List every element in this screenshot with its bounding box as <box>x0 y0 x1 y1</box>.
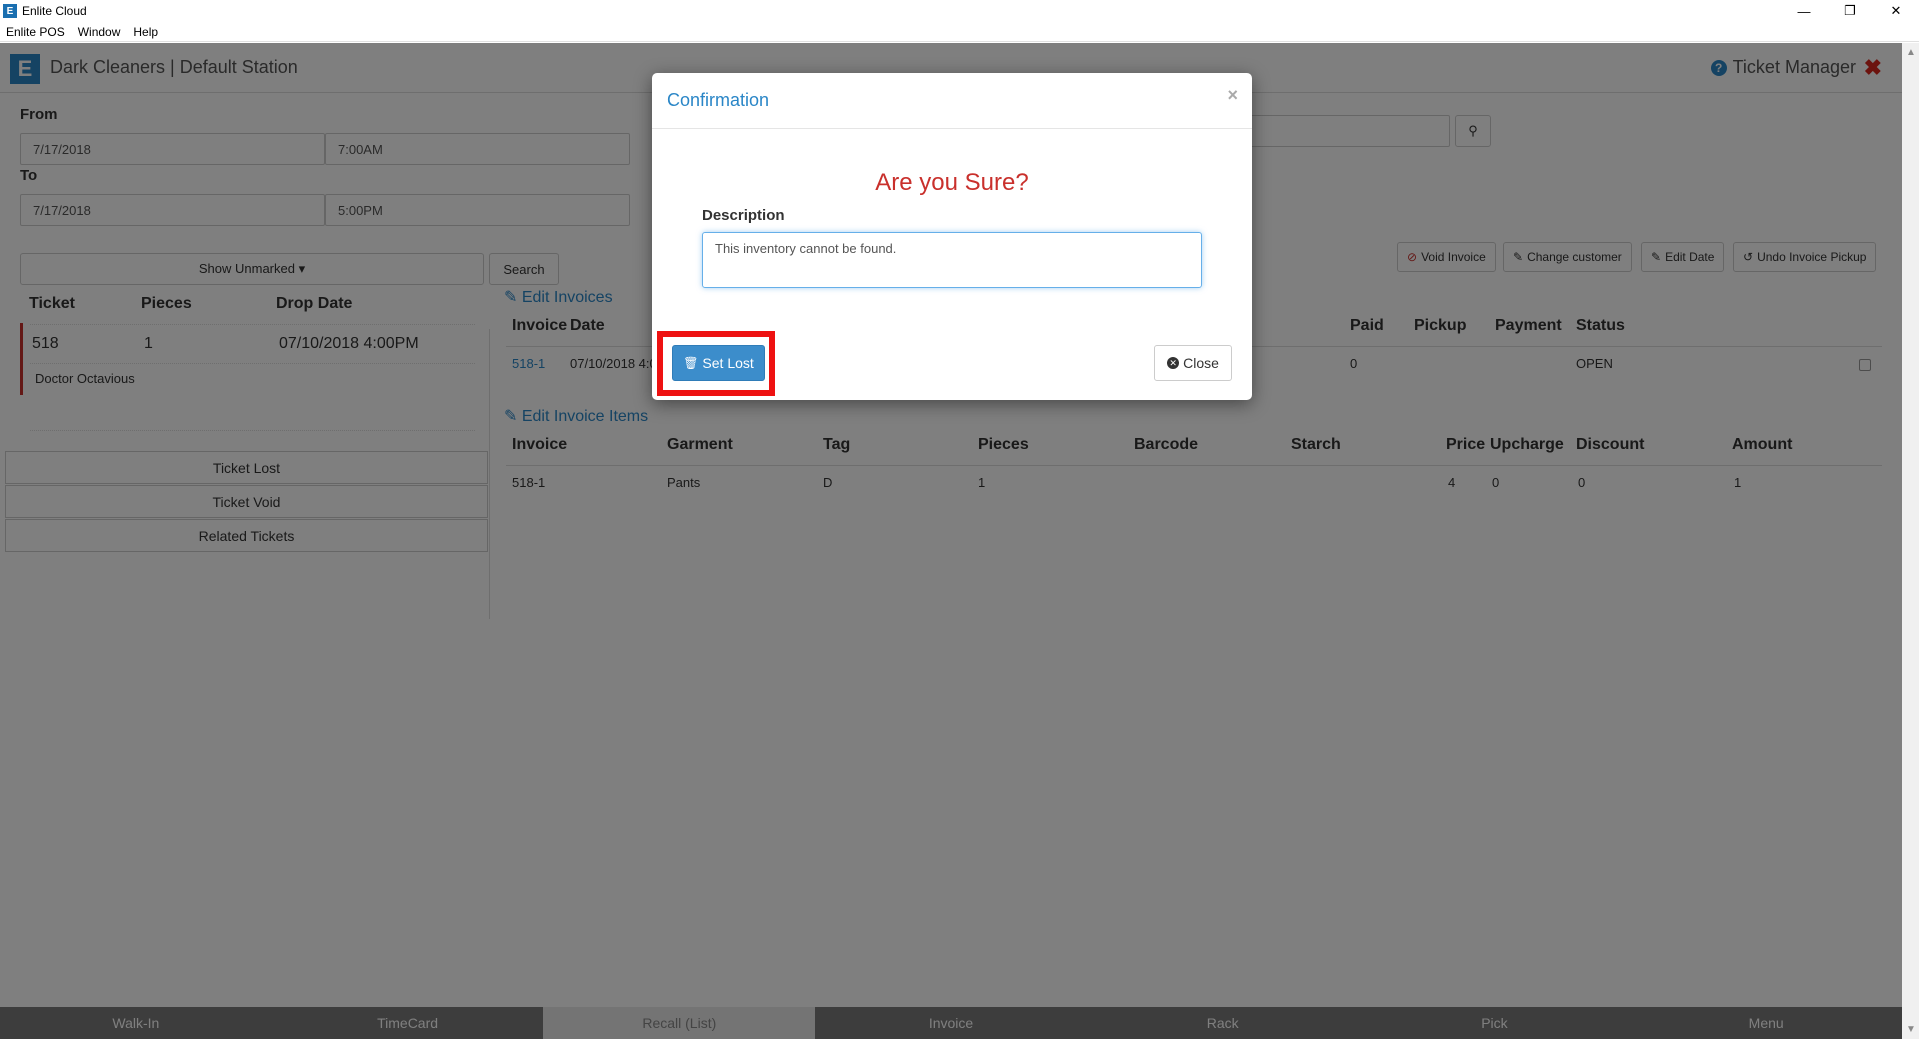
trash-icon: 🗑 <box>683 356 699 370</box>
description-label: Description <box>702 207 785 224</box>
confirmation-modal: Confirmation × Are you Sure? Description… <box>652 73 1252 400</box>
modal-title: Confirmation <box>667 90 770 110</box>
close-button[interactable]: ✕ Close <box>1154 345 1232 381</box>
set-lost-label: Set Lost <box>702 355 754 371</box>
restore-icon[interactable]: ❐ <box>1827 0 1873 22</box>
window-titlebar: E Enlite Cloud — ❐ ✕ <box>0 0 1919 22</box>
scroll-up-icon[interactable]: ▲ <box>1906 47 1916 58</box>
close-icon[interactable]: × <box>1227 85 1238 106</box>
menubar: Enlite POS Window Help <box>0 22 1919 42</box>
close-circle-icon: ✕ <box>1167 357 1180 369</box>
description-textarea[interactable]: This inventory cannot be found. <box>702 232 1202 288</box>
divider <box>652 128 1252 129</box>
close-label: Close <box>1183 355 1219 371</box>
scrollbar[interactable]: ▲ ▼ <box>1902 43 1919 1039</box>
window-title: Enlite Cloud <box>22 4 87 18</box>
minimize-icon[interactable]: — <box>1781 0 1827 22</box>
menu-window[interactable]: Window <box>78 25 121 39</box>
close-window-icon[interactable]: ✕ <box>1873 0 1919 22</box>
menu-help[interactable]: Help <box>133 25 158 39</box>
set-lost-button[interactable]: 🗑 Set Lost <box>672 345 765 381</box>
app-icon: E <box>3 4 17 18</box>
modal-question: Are you Sure? <box>875 169 1029 196</box>
scroll-down-icon[interactable]: ▼ <box>1906 1024 1916 1035</box>
window-controls: — ❐ ✕ <box>1781 0 1919 22</box>
menu-enlite-pos[interactable]: Enlite POS <box>6 25 65 39</box>
